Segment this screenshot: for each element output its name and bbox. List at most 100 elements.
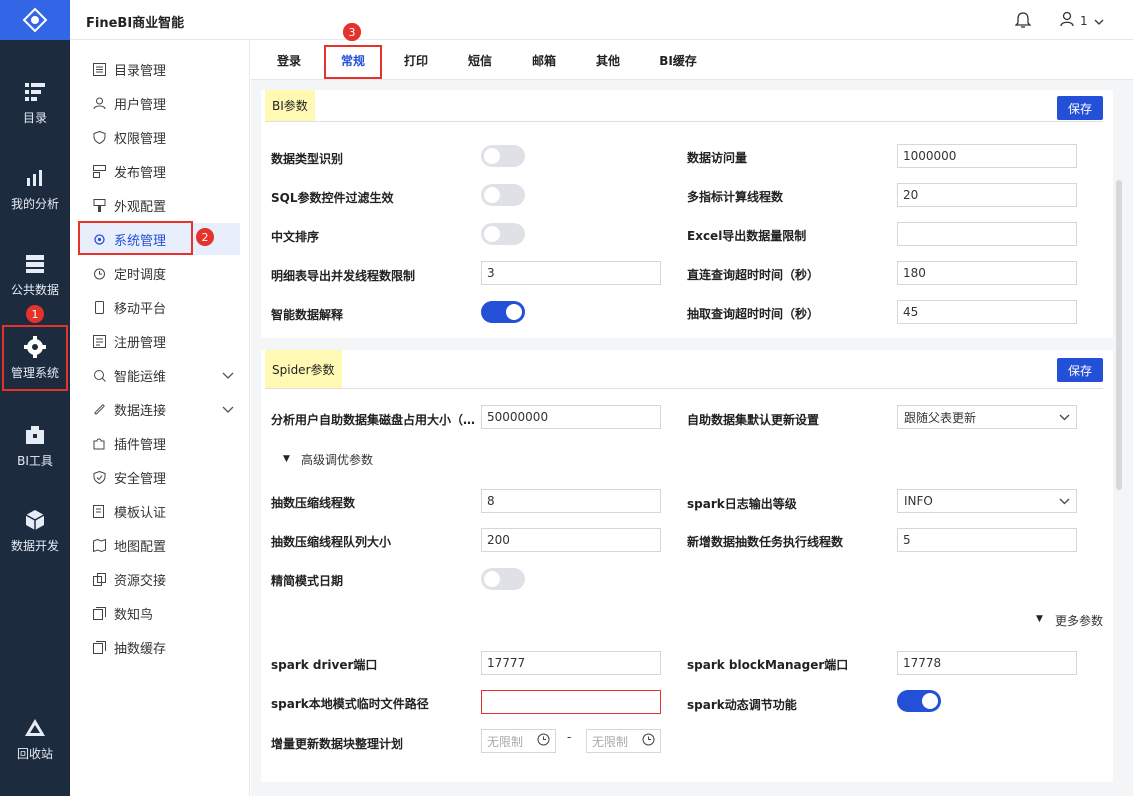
multi-threads-input[interactable]: 20 bbox=[897, 183, 1077, 207]
handover-icon bbox=[92, 572, 106, 586]
user-menu[interactable]: 1 bbox=[1060, 11, 1104, 30]
field-label: 抽数压缩线程队列大小 bbox=[271, 535, 392, 549]
sidebar-item-handover[interactable]: 资源交接 bbox=[78, 563, 240, 595]
sidebar-item-template-auth[interactable]: 模板认证 bbox=[78, 495, 240, 527]
copy-icon bbox=[92, 606, 106, 620]
sidebar-item-extract-cache[interactable]: 抽数缓存 bbox=[78, 631, 240, 663]
toolbox-icon bbox=[24, 424, 46, 446]
map-icon bbox=[92, 538, 106, 552]
tab-email[interactable]: 邮箱 bbox=[522, 40, 566, 80]
rail-item-bi-tools[interactable]: BI工具 bbox=[0, 411, 70, 481]
tab-bi-cache[interactable]: BI缓存 bbox=[652, 40, 704, 80]
tmp-path-input[interactable] bbox=[481, 690, 661, 714]
advanced-toggle-label[interactable]: 高级调优参数 bbox=[301, 451, 373, 468]
field-label: 多指标计算线程数 bbox=[687, 190, 784, 204]
rail-item-data-dev[interactable]: 数据开发 bbox=[0, 496, 70, 566]
chevron-down-icon bbox=[1059, 494, 1070, 508]
sidebar-item-appearance[interactable]: 外观配置 bbox=[78, 189, 240, 221]
catalog-icon bbox=[24, 81, 46, 103]
spider-params-card: Spider参数 保存 分析用户自助数据集磁盘占用大小（… 50000000 自… bbox=[261, 350, 1113, 782]
field-label: spark driver端口 bbox=[271, 658, 378, 672]
sidebar-item-label: 移动平台 bbox=[114, 301, 167, 317]
field-label: spark本地模式临时文件路径 bbox=[271, 697, 429, 711]
rail-item-catalog[interactable]: 目录 bbox=[0, 68, 70, 138]
rail-item-recycle[interactable]: 回收站 bbox=[0, 704, 70, 774]
sidebar-item-publish[interactable]: 发布管理 bbox=[78, 155, 240, 187]
field-label: 数据访问量 bbox=[687, 151, 748, 165]
sidebar-item-permissions[interactable]: 权限管理 bbox=[78, 121, 240, 153]
link-icon bbox=[92, 402, 106, 416]
bell-icon[interactable] bbox=[1014, 11, 1032, 32]
save-button[interactable]: 保存 bbox=[1057, 96, 1103, 120]
simple-date-toggle[interactable] bbox=[481, 568, 525, 590]
rail-item-public-data[interactable]: 公共数据 bbox=[0, 240, 70, 310]
driver-port-input[interactable]: 17777 bbox=[481, 651, 661, 675]
sidebar-item-register[interactable]: 注册管理 bbox=[78, 325, 240, 357]
extract-timeout-input[interactable]: 45 bbox=[897, 300, 1077, 324]
tab-print[interactable]: 打印 bbox=[394, 40, 438, 80]
disk-size-input[interactable]: 50000000 bbox=[481, 405, 661, 429]
gear-icon bbox=[24, 335, 46, 358]
phone-icon bbox=[92, 300, 106, 314]
sidebar-item-label: 外观配置 bbox=[114, 199, 167, 215]
rail-item-analysis[interactable]: 我的分析 bbox=[0, 154, 70, 224]
more-params-label[interactable]: 更多参数 bbox=[1055, 612, 1103, 629]
rail-item-label: 公共数据 bbox=[10, 282, 59, 297]
sidebar-item-system[interactable]: 系统管理 bbox=[78, 221, 240, 255]
logo-icon[interactable] bbox=[0, 0, 70, 40]
rail-item-label: 管理系统 bbox=[10, 365, 59, 380]
clock-icon bbox=[537, 733, 550, 749]
highlight-frame bbox=[78, 221, 193, 255]
sidebar-item-label: 注册管理 bbox=[114, 335, 167, 351]
data-access-input[interactable]: 1000000 bbox=[897, 144, 1077, 168]
export-threads-input[interactable]: 3 bbox=[481, 261, 661, 285]
clock-icon bbox=[92, 266, 106, 280]
sidebar-item-ops[interactable]: 智能运维 bbox=[78, 359, 240, 391]
log-level-select[interactable]: INFO bbox=[897, 489, 1077, 513]
sidebar-item-catalog[interactable]: 目录管理 bbox=[78, 53, 240, 85]
direct-timeout-input[interactable]: 180 bbox=[897, 261, 1077, 285]
chevron-down-icon bbox=[1094, 14, 1104, 28]
plan-start-input[interactable]: 无限制 bbox=[481, 729, 556, 753]
rail-item-manage-system[interactable]: 管理系统 bbox=[2, 325, 68, 391]
plan-end-input[interactable]: 无限制 bbox=[586, 729, 661, 753]
sidebar: 目录管理 用户管理 权限管理 发布管理 外观配置 系统管理 2 定时调度 移动平… bbox=[70, 40, 250, 796]
smart-explain-toggle[interactable] bbox=[481, 301, 525, 323]
tab-sms[interactable]: 短信 bbox=[458, 40, 502, 80]
public-data-icon bbox=[24, 253, 46, 275]
tab-other[interactable]: 其他 bbox=[586, 40, 630, 80]
sidebar-item-data-connection[interactable]: 数据连接 bbox=[78, 393, 240, 425]
sidebar-item-plugins[interactable]: 插件管理 bbox=[78, 427, 240, 459]
field-label: 新增数据抽数任务执行线程数 bbox=[687, 535, 844, 549]
data-type-toggle[interactable] bbox=[481, 145, 525, 167]
sidebar-item-label: 智能运维 bbox=[114, 369, 167, 385]
scrollbar[interactable] bbox=[1116, 180, 1122, 490]
sidebar-item-schedule[interactable]: 定时调度 bbox=[78, 257, 240, 289]
excel-limit-input[interactable] bbox=[897, 222, 1077, 246]
sidebar-item-mobile[interactable]: 移动平台 bbox=[78, 291, 240, 323]
chevron-down-icon[interactable] bbox=[222, 368, 234, 383]
time-placeholder: 无限制 bbox=[592, 734, 629, 749]
chevron-down-icon[interactable] bbox=[222, 402, 234, 417]
save-button[interactable]: 保存 bbox=[1057, 358, 1103, 382]
sidebar-item-map[interactable]: 地图配置 bbox=[78, 529, 240, 561]
sidebar-item-users[interactable]: 用户管理 bbox=[78, 87, 240, 119]
sidebar-item-security[interactable]: 安全管理 bbox=[78, 461, 240, 493]
sidebar-item-label: 数知鸟 bbox=[114, 607, 154, 623]
top-bar: FineBI商业智能 1 bbox=[70, 0, 1133, 40]
field-label: 增量更新数据块整理计划 bbox=[271, 737, 404, 751]
queue-size-input[interactable]: 200 bbox=[481, 528, 661, 552]
tab-login[interactable]: 登录 bbox=[267, 40, 311, 80]
dynamic-adjust-toggle[interactable] bbox=[897, 690, 941, 712]
caret-down-icon[interactable]: ▼ bbox=[283, 454, 290, 464]
task-threads-input[interactable]: 5 bbox=[897, 528, 1077, 552]
chinese-sort-toggle[interactable] bbox=[481, 223, 525, 245]
sidebar-item-shuzhiniao[interactable]: 数知鸟 bbox=[78, 597, 240, 629]
sidebar-item-label: 用户管理 bbox=[114, 97, 167, 113]
compress-threads-input[interactable]: 8 bbox=[481, 489, 661, 513]
block-manager-port-input[interactable]: 17778 bbox=[897, 651, 1077, 675]
caret-down-icon[interactable]: ▼ bbox=[1036, 614, 1043, 624]
register-icon bbox=[92, 334, 106, 348]
update-setting-select[interactable]: 跟随父表更新 bbox=[897, 405, 1077, 429]
sql-filter-toggle[interactable] bbox=[481, 184, 525, 206]
